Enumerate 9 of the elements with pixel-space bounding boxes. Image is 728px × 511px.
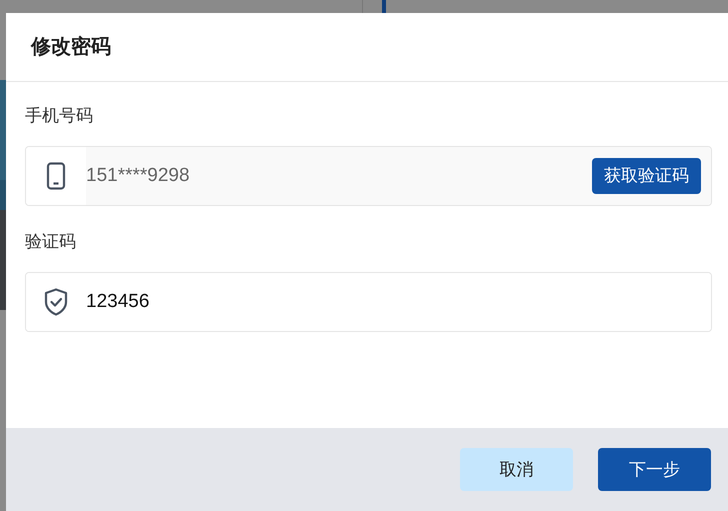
field-label: 验证码 [25, 231, 77, 253]
cancel-button[interactable]: 取消 [460, 448, 573, 491]
next-button[interactable]: 下一步 [598, 448, 711, 491]
field-label: 手机号码 [25, 105, 94, 127]
shield-check-icon [44, 288, 68, 316]
input-field[interactable]: 123456 [25, 272, 712, 332]
accent-bar [382, 0, 386, 13]
dialog-title: 修改密码 [31, 34, 111, 60]
phone-icon [46, 162, 66, 190]
